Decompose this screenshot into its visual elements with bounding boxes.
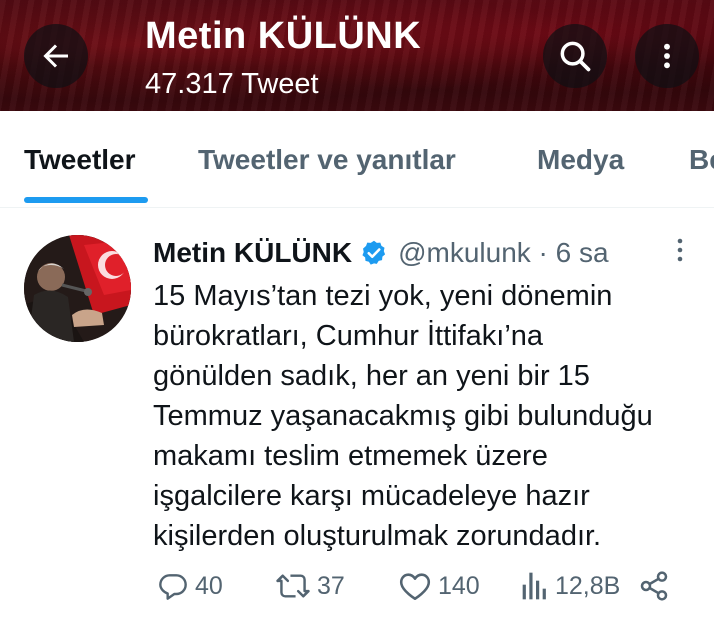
search-icon <box>560 41 591 72</box>
view-count: 12,8B <box>555 571 621 600</box>
avatar[interactable] <box>24 235 131 342</box>
tweet-count: 47.317 Tweet <box>145 68 319 100</box>
tweet-text-line: işgalcilere karşı mücadeleye hazır <box>153 480 590 512</box>
tweet-text-line: Temmuz yaşanacakmış gibi bulunduğu <box>153 400 653 432</box>
share-button[interactable] <box>638 570 670 602</box>
avatar-image <box>24 235 131 342</box>
tweet-text-line: bürokratları, Cumhur İttifakı’na <box>153 320 544 352</box>
more-vertical-icon <box>664 43 670 69</box>
profile-header: Metin KÜLÜNK 47.317 Tweet <box>0 0 714 111</box>
search-button[interactable] <box>543 24 607 88</box>
more-vertical-icon <box>677 238 683 262</box>
tab-likes[interactable]: Be <box>689 144 714 176</box>
tweet-text-line: gönülden sadık, her an yeni bir 15 <box>153 360 590 392</box>
reply-button[interactable]: 40 <box>157 570 223 602</box>
tweet-header: Metin KÜLÜNK @mkulunk · 6 sa <box>153 233 609 273</box>
tab-tweets[interactable]: Tweetler <box>24 144 136 176</box>
profile-tabs: Tweetler Tweetler ve yanıtlar Medya Be <box>0 111 714 208</box>
active-tab-indicator <box>24 197 148 203</box>
tweet-more-button[interactable] <box>672 236 688 271</box>
reply-count: 40 <box>195 571 223 600</box>
arrow-left-icon <box>43 44 68 68</box>
tab-tweets-and-replies[interactable]: Tweetler ve yanıtlar <box>198 144 456 176</box>
tweet-text-line: makamı teslim etmemek üzere <box>153 440 548 472</box>
share-icon <box>640 571 668 601</box>
author-handle-time: @mkulunk · 6 sa <box>398 237 609 268</box>
tweet-text-line: 15 Mayıs’tan tezi yok, yeni dönemin <box>153 280 613 312</box>
reply-icon <box>159 574 187 600</box>
bar-chart-icon <box>522 572 546 600</box>
author-name[interactable]: Metin KÜLÜNK <box>153 237 352 269</box>
tweet-actions: 40 37 140 12,8B <box>0 570 714 610</box>
like-button[interactable]: 140 <box>398 570 480 602</box>
tweet-text: 15 Mayıs’tan tezi yok, yeni dönemin büro… <box>153 276 693 556</box>
views-button[interactable]: 12,8B <box>519 570 620 602</box>
like-count: 140 <box>438 571 480 600</box>
back-button[interactable] <box>24 24 88 88</box>
verified-badge-icon <box>360 239 388 267</box>
heart-icon <box>399 573 431 601</box>
tweet-text-line: kişilerden oluşturulmak zorundadır. <box>153 520 602 552</box>
retweet-button[interactable]: 37 <box>275 570 345 602</box>
tab-media[interactable]: Medya <box>537 144 624 176</box>
retweet-icon <box>276 574 310 598</box>
retweet-count: 37 <box>317 571 345 600</box>
more-button[interactable] <box>635 24 699 88</box>
header-title: Metin KÜLÜNK <box>145 15 422 57</box>
